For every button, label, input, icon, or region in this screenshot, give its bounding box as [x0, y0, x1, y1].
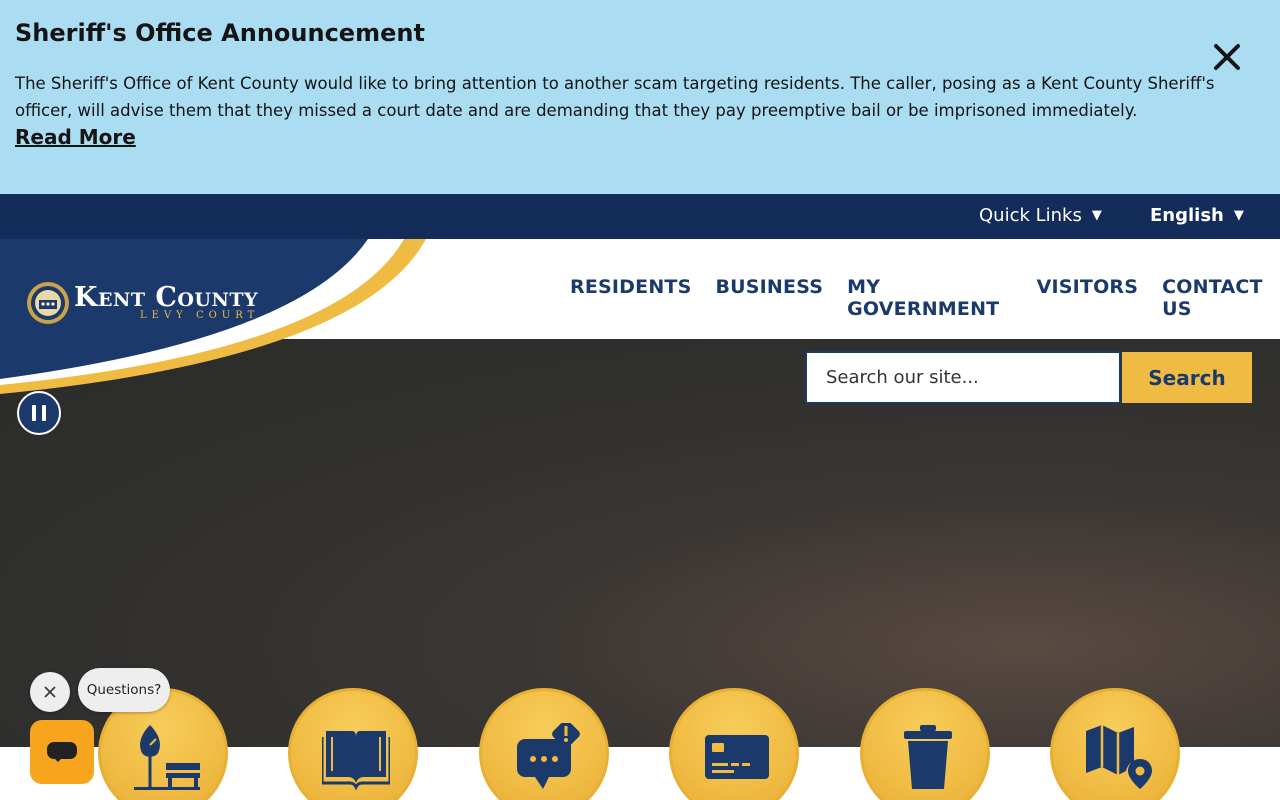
chat-dismiss-button[interactable] [30, 672, 70, 712]
county-seal-icon [27, 282, 69, 324]
pause-slideshow-button[interactable] [17, 391, 61, 435]
nav-contact-us[interactable]: CONTACT US [1162, 276, 1280, 320]
nav-residents[interactable]: RESIDENTS [570, 276, 691, 320]
chat-launcher-button[interactable] [30, 720, 94, 784]
map-pin-icon [1086, 725, 1152, 789]
utility-bar: Quick Links ▼ English ▼ [0, 194, 1280, 239]
caret-down-icon: ▼ [1091, 208, 1102, 223]
close-icon [1214, 44, 1240, 70]
credit-card-icon [705, 735, 769, 779]
nav-visitors[interactable]: VISITORS [1037, 276, 1139, 320]
search-input[interactable] [805, 351, 1121, 404]
close-announcement-button[interactable] [1210, 40, 1244, 74]
read-more-link[interactable]: Read More [15, 125, 136, 149]
logo-subtitle: LEVY COURT [140, 310, 260, 321]
caret-down-icon: ▼ [1233, 208, 1244, 223]
nav-my-government[interactable]: MY GOVERNMENT [847, 276, 1012, 320]
chat-alert-icon [517, 723, 580, 789]
park-icon [134, 725, 200, 790]
language-label: English [1150, 205, 1224, 226]
quick-links-label: Quick Links [979, 205, 1082, 226]
announcement-body: The Sheriff's Office of Kent County woul… [15, 74, 1215, 120]
logo-name: Kent County [74, 282, 259, 313]
quick-links-dropdown[interactable]: Quick Links ▼ [979, 205, 1102, 226]
trash-can-icon [904, 725, 952, 789]
book-icon [322, 731, 390, 791]
chat-prompt-bubble[interactable]: Questions? [78, 668, 170, 712]
close-icon [44, 686, 56, 698]
announcement-title: Sheriff's Office Announcement [15, 19, 425, 47]
search-button[interactable]: Search [1122, 352, 1252, 403]
language-dropdown[interactable]: English ▼ [1150, 205, 1244, 226]
main-nav: RESIDENTS BUSINESS MY GOVERNMENT VISITOR… [570, 276, 1280, 320]
announcement-banner: Sheriff's Office Announcement The Sherif… [0, 0, 1280, 194]
nav-business[interactable]: BUSINESS [715, 276, 823, 320]
